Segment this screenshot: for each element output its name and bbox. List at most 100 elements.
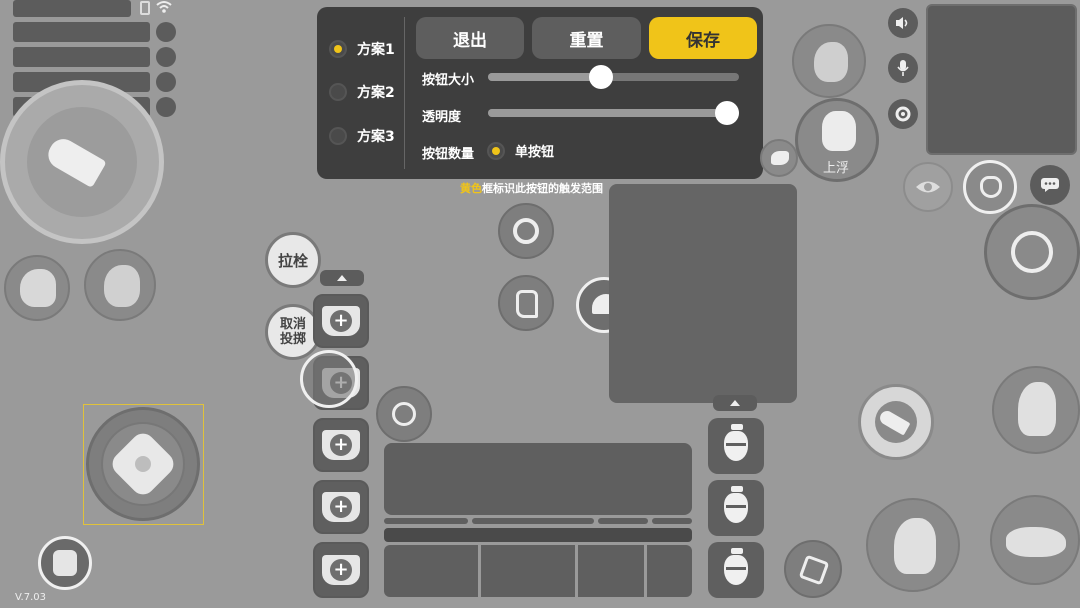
plus-icon: + [330,310,352,332]
expand-up-tab-right[interactable] [713,395,757,411]
speaker-button[interactable] [888,8,918,38]
lean-button[interactable] [792,24,866,98]
grenade-slot-3[interactable] [708,542,764,598]
seat-icon [516,290,538,318]
settings-button[interactable] [888,99,918,129]
swimmer-icon [822,111,856,151]
button-count-label: 按钮数量 [422,147,475,162]
weapon-slot-panel [384,443,692,515]
single-button-option[interactable]: 单按钮 [487,141,554,160]
peek-button[interactable] [84,249,156,321]
grenade-slot-1[interactable] [708,418,764,474]
character-icon [104,265,140,307]
eye-icon [916,181,940,193]
placeholder-panel [609,184,797,403]
character-icon [1006,527,1066,557]
status-dot-5 [156,97,176,117]
status-bar-2 [13,22,150,42]
quick-slot-1[interactable] [384,545,478,597]
weapon-name-bar [384,528,692,542]
prone-button[interactable] [990,495,1080,585]
grenade-icon [724,424,748,461]
float-button[interactable]: 上浮 [795,98,879,182]
grenade-slot-2[interactable] [708,480,764,536]
status-dot-4 [156,72,176,92]
quick-slot-2[interactable] [481,545,575,597]
radio-unselected-icon [329,127,347,145]
character-icon [814,42,848,82]
chevron-up-icon [730,400,740,406]
reset-button[interactable]: 重置 [532,17,641,59]
chevron-up-icon [337,275,347,281]
swap-icon [798,554,830,586]
microphone-icon [897,60,909,76]
radio-selected-icon [329,40,347,58]
hold-breath-button[interactable] [963,160,1017,214]
fire-button-right[interactable] [858,384,934,460]
gear-icon [895,106,911,122]
panel-divider [404,17,405,169]
radio-selected-icon [487,141,505,160]
fire-button-left[interactable] [0,80,164,244]
medkit-slot-4[interactable]: + [313,480,369,534]
button-size-slider-fill [488,73,601,81]
ammo-bars [384,518,692,524]
opacity-slider-fill [488,109,739,117]
status-dot-3 [156,47,176,67]
dpad-center [135,456,151,472]
wifi-icon [156,0,172,16]
status-bar-1 [13,0,131,17]
button-size-slider[interactable] [488,65,739,89]
free-look-button[interactable] [903,162,953,212]
status-dot-2 [156,22,176,42]
jump-button[interactable] [992,366,1080,454]
speaker-icon [896,17,908,29]
chat-bubble-icon [1041,178,1059,192]
plus-icon: + [330,434,352,456]
scope-button[interactable] [376,386,432,442]
aim-button[interactable] [984,204,1080,300]
scheme-option-2[interactable]: 方案2 [329,82,395,102]
quick-slot-4[interactable] [647,545,692,597]
backpack-button[interactable] [38,536,92,590]
opacity-slider-knob[interactable] [715,101,739,125]
steering-wheel-icon [513,218,539,244]
quick-slot-3[interactable] [578,545,644,597]
save-button[interactable]: 保存 [649,17,757,59]
exit-button[interactable]: 退出 [416,17,524,59]
swap-item-button[interactable] [784,540,842,598]
backpack-icon [53,550,77,576]
crosshair-icon [1011,231,1053,273]
expand-up-tab-left[interactable] [320,270,364,286]
settings-panel: 方案1 方案2 方案3 退出 重置 保存 按钮大小 透明度 按钮数量 单按钮 [317,7,763,179]
medkit-selected-ring [300,350,358,408]
crosshair-icon [392,402,416,426]
battery-icon [140,1,150,15]
opacity-slider[interactable] [488,101,739,125]
prone-toggle-button[interactable] [4,255,70,321]
scheme-option-3[interactable]: 方案3 [329,126,395,146]
scheme-option-1[interactable]: 方案1 [329,39,395,59]
button-size-label: 按钮大小 [422,73,475,88]
scheme-list: 方案1 方案2 方案3 [317,7,405,179]
medkit-slot-3[interactable]: + [313,418,369,472]
drive-button[interactable] [498,203,554,259]
sprint-toggle-button[interactable] [760,139,798,177]
crouch-button[interactable] [866,498,960,592]
minimap[interactable] [926,4,1077,155]
dpad-button[interactable] [86,407,200,521]
mic-button[interactable] [888,53,918,83]
trigger-range-hint: 黄色框标识此按钮的触发范围 [460,182,603,195]
run-icon [771,151,789,165]
medkit-slot-1[interactable]: + [313,294,369,348]
button-size-slider-knob[interactable] [589,65,613,89]
character-icon [20,269,56,307]
medkit-slot-5[interactable]: + [313,542,369,598]
change-seat-button[interactable] [498,275,554,331]
bolt-button[interactable]: 拉栓 [265,232,321,288]
chat-button[interactable] [1030,165,1070,205]
radio-unselected-icon [329,83,347,101]
character-icon [1018,382,1056,436]
grenade-icon [724,486,748,523]
plus-icon: + [330,559,352,581]
